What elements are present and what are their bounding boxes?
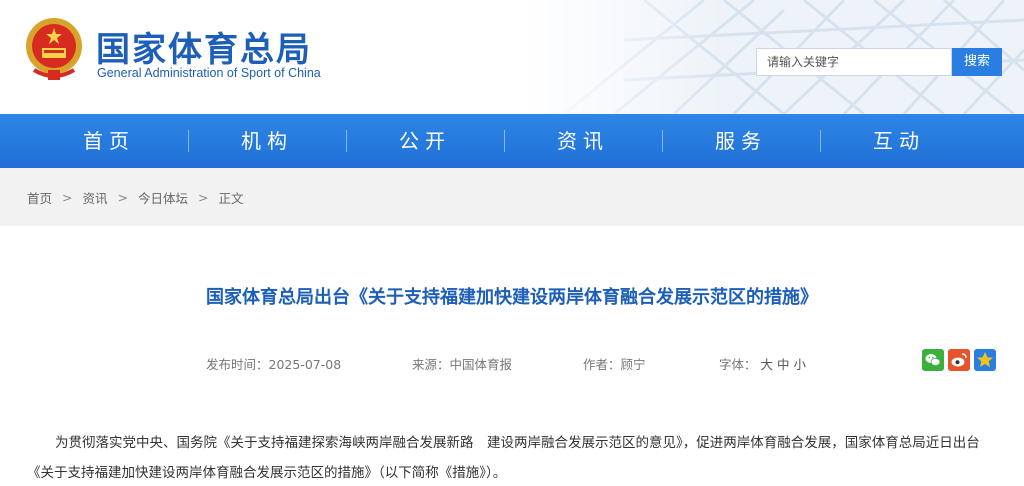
article-body: 为贯彻落实党中央、国务院《关于支持福建探索海峡两岸融合发展新路 建设两岸融合发展… [27,435,980,481]
search-button[interactable]: 搜索 [952,48,1002,76]
breadcrumb-item-home[interactable]: 首页 [27,188,52,207]
font-size-label: 字体： [719,357,757,372]
breadcrumb-item-sports-today[interactable]: 今日体坛 [138,188,188,207]
nav-item-interaction[interactable]: 互动 [820,114,978,168]
site-title: 国家体育总局 [96,30,312,70]
national-emblem-icon [26,18,82,80]
breadcrumb-separator: > [62,189,73,205]
breadcrumb: 首页 > 资讯 > 今日体坛 > 正文 [0,168,1024,226]
weibo-icon[interactable] [948,349,970,371]
font-size-control: 字体： 大中小 [719,354,806,373]
site-header: 国家体育总局 General Administration of Sport o… [0,0,1024,114]
article-title: 国家体育总局出台《关于支持福建加快建设两岸体育融合发展示范区的措施》 [206,287,818,308]
font-size-large[interactable]: 大 [761,357,774,372]
favorite-icon[interactable] [974,349,996,371]
font-size-medium[interactable]: 中 [777,357,790,372]
nav-item-services[interactable]: 服务 [662,114,820,168]
font-size-small[interactable]: 小 [794,357,807,372]
main-nav: 首页 机构 公开 资讯 服务 互动 [0,114,1024,168]
breadcrumb-item-news[interactable]: 资讯 [83,188,108,207]
breadcrumb-separator: > [198,189,209,205]
breadcrumb-separator: > [117,189,128,205]
search-input[interactable]: 请输入关键字 [756,48,952,76]
site-subtitle: General Administration of Sport of China [97,66,321,80]
nav-item-news[interactable]: 资讯 [504,114,662,168]
publish-date: 发布时间：2025-07-08 [206,357,342,372]
article-source: 来源：中国体育报 [412,357,513,372]
nav-item-organization[interactable]: 机构 [188,114,346,168]
nav-item-public[interactable]: 公开 [346,114,504,168]
breadcrumb-item-current: 正文 [218,190,244,206]
wechat-icon[interactable] [922,349,944,371]
article-author: 作者：顾宁 [583,357,646,372]
nav-item-home[interactable]: 首页 [30,114,188,168]
